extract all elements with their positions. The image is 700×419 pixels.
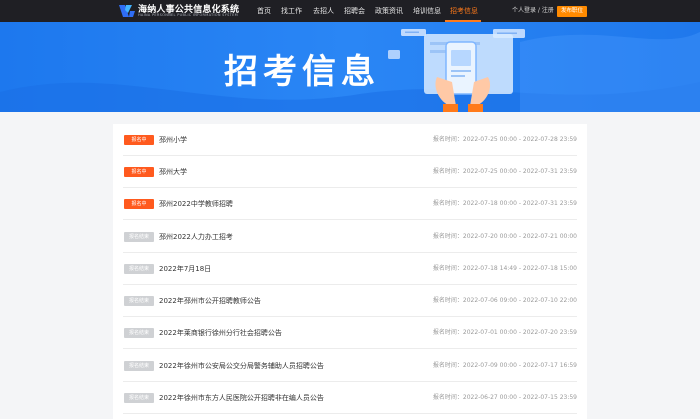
list-item[interactable]: 报名结束 2022年莱商银行徐州分行社会招聘公告 报名时间：2022-07-01… xyxy=(123,317,577,349)
banner-title: 招考信息 xyxy=(224,52,380,92)
list-item-time: 报名时间：2022-07-18 00:00 - 2022-07-31 23:59 xyxy=(432,200,577,207)
brand-subtitle: HAINA PERSONNEL PUBLIC INFORMATION SYSTE… xyxy=(138,13,238,17)
nav-find-job[interactable]: 找工作 xyxy=(281,0,302,22)
list-item-time: 报名时间：2022-07-25 00:00 - 2022-07-31 23:59 xyxy=(432,168,577,175)
list-item-title[interactable]: 2022年7月18日 xyxy=(159,253,211,285)
list-item-title[interactable]: 邳州小学 xyxy=(159,124,187,156)
list-item-title[interactable]: 2022年徐州市东方人民医院公开招聘非在编人员公告 xyxy=(159,382,324,414)
list-item-time: 报名时间：2022-07-18 14:49 - 2022-07-18 15:00 xyxy=(432,265,577,272)
list-item-title[interactable]: 邳州大学 xyxy=(159,156,187,188)
status-badge: 报名结束 xyxy=(124,361,154,371)
hero-banner: 招考信息 xyxy=(0,22,700,112)
list-item[interactable]: 报名结束 2022年徐州市公安局公交分局警务辅助人员招聘公告 报名时间：2022… xyxy=(123,350,577,382)
list-item-title[interactable]: 邳州2022中学教师招聘 xyxy=(159,188,233,220)
status-badge: 报名中 xyxy=(124,135,154,145)
brand-logo-icon[interactable] xyxy=(119,3,135,19)
nav-training[interactable]: 培训信息 xyxy=(413,0,441,22)
list-item-title[interactable]: 2022年徐州市公安局公交分局警务辅助人员招聘公告 xyxy=(159,350,324,382)
list-item-time: 报名时间：2022-07-25 00:00 - 2022-07-28 23:59 xyxy=(432,136,577,143)
nav-policy-news[interactable]: 政策资讯 xyxy=(375,0,403,22)
list-item-title[interactable]: 2022年邳州市公开招聘教师公告 xyxy=(159,285,261,317)
list-item-time: 报名时间：2022-06-27 00:00 - 2022-07-15 23:59 xyxy=(432,394,577,401)
list-item[interactable]: 报名中 邳州小学 报名时间：2022-07-25 00:00 - 2022-07… xyxy=(123,124,577,156)
status-badge: 报名中 xyxy=(124,199,154,209)
top-navbar: 海纳人事公共信息化系统 HAINA PERSONNEL PUBLIC INFOR… xyxy=(0,0,700,22)
nav-recruit[interactable]: 去招人 xyxy=(313,0,334,22)
status-badge: 报名结束 xyxy=(124,232,154,242)
status-badge: 报名结束 xyxy=(124,328,154,338)
status-badge: 报名结束 xyxy=(124,393,154,403)
list-item-time: 报名时间：2022-07-09 00:00 - 2022-07-17 16:59 xyxy=(432,362,577,369)
list-item[interactable]: 报名结束 2022年邳州市公开招聘教师公告 报名时间：2022-07-06 09… xyxy=(123,285,577,317)
list-item[interactable]: 报名结束 2022年7月18日 报名时间：2022-07-18 14:49 - … xyxy=(123,253,577,285)
nav-home[interactable]: 首页 xyxy=(257,0,271,22)
list-item[interactable]: 报名中 邳州2022中学教师招聘 报名时间：2022-07-18 00:00 -… xyxy=(123,188,577,220)
list-item-title[interactable]: 邳州2022人力办工招考 xyxy=(159,221,233,253)
status-badge: 报名结束 xyxy=(124,264,154,274)
status-badge: 报名结束 xyxy=(124,296,154,306)
nav-job-fair[interactable]: 招聘会 xyxy=(344,0,365,22)
login-register-link[interactable]: 个人登录 / 注册 xyxy=(512,0,554,22)
list-item-time: 报名时间：2022-07-01 00:00 - 2022-07-20 23:59 xyxy=(432,329,577,336)
exam-list-card: 报名中 邳州小学 报名时间：2022-07-25 00:00 - 2022-07… xyxy=(113,124,587,419)
list-item-time: 报名时间：2022-07-20 00:00 - 2022-07-21 00:00 xyxy=(432,233,577,240)
nav-exam-info[interactable]: 招考信息 xyxy=(450,0,478,22)
list-item[interactable]: 报名中 邳州大学 报名时间：2022-07-25 00:00 - 2022-07… xyxy=(123,156,577,188)
list-item[interactable]: 报名结束 2022年徐州市东方人民医院公开招聘非在编人员公告 报名时间：2022… xyxy=(123,382,577,414)
list-item-title[interactable]: 2022年莱商银行徐州分行社会招聘公告 xyxy=(159,317,282,349)
list-item-time: 报名时间：2022-07-06 09:00 - 2022-07-10 22:00 xyxy=(432,297,577,304)
publish-job-button[interactable]: 发布职位 xyxy=(557,6,587,17)
list-item[interactable]: 报名结束 邳州2022人力办工招考 报名时间：2022-07-20 00:00 … xyxy=(123,221,577,253)
status-badge: 报名中 xyxy=(124,167,154,177)
